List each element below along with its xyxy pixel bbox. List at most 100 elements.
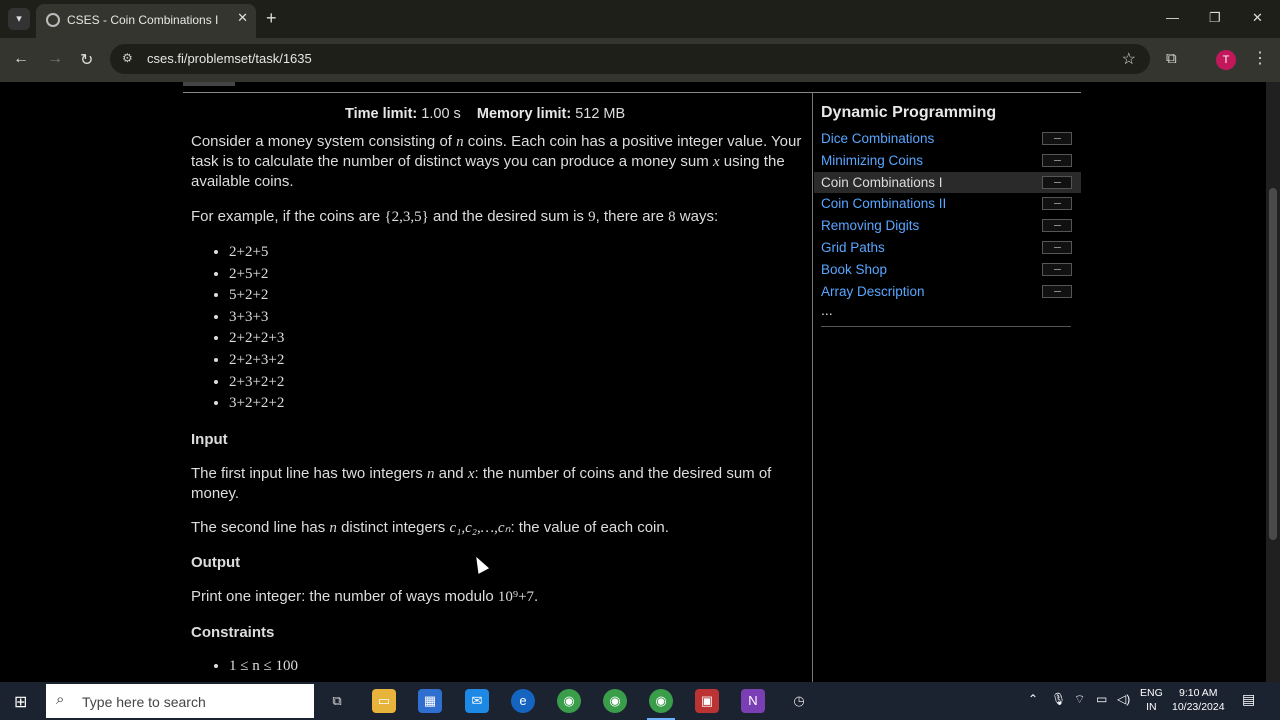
clock-app-icon[interactable]: ◷ [787,689,811,713]
input2-text-b: distinct integers [336,519,450,536]
globe-icon [46,13,60,27]
close-window-icon[interactable]: ✕ [1252,10,1263,26]
chrome-icon[interactable]: ◉ [557,689,581,713]
volume-icon[interactable]: ◁) [1117,692,1130,706]
sidebar-item-label[interactable]: Coin Combinations II [821,196,946,211]
input1-text-b: and [434,465,468,482]
file-explorer-icon[interactable]: ▭ [372,689,396,713]
example-count: 8 [668,209,676,225]
url-text[interactable]: cses.fi/problemset/task/1635 [147,51,312,66]
sidebar-title: Dynamic Programming [821,104,997,121]
search-icon: ⌕ [56,691,65,708]
intro-var-x: x [712,154,720,170]
minimize-icon[interactable]: — [1166,10,1179,25]
system-clock[interactable]: 9:10 AM 10/23/2024 [1172,686,1225,714]
sidebar-item-removing-digits[interactable]: Removing Digits [821,215,1081,237]
example-paragraph: For example, if the coins are {2,3,5} an… [191,207,718,227]
edge-browser-icon[interactable]: e [511,689,535,713]
browser-tab-active[interactable]: CSES - Coin Combinations I ✕ [36,4,256,38]
windows-start-icon[interactable]: ⊞ [14,692,27,712]
task-status-box [1042,153,1072,167]
chrome-active-icon[interactable]: ◉ [649,689,673,713]
microsoft-store-icon[interactable]: ▦ [418,689,442,713]
example-text-3: , there are [595,208,669,225]
tab-search-chevron-icon[interactable]: ▾ [8,8,30,30]
sidebar-item-coin-combinations-i[interactable]: Coin Combinations I [814,171,1081,194]
language-indicator[interactable]: ENG IN [1140,686,1163,714]
onenote-icon[interactable]: N [741,689,765,713]
sidebar-item-label[interactable]: Minimizing Coins [821,153,923,168]
site-info-icon[interactable]: ⚙ [122,51,133,65]
sidebar-item-label[interactable]: Dice Combinations [821,131,934,146]
sidebar-item-dice-combinations[interactable]: Dice Combinations [821,128,1081,150]
battery-icon[interactable]: ▭ [1096,692,1107,706]
sidebar-item-label[interactable]: Array Description [821,284,925,299]
sidebar-item-label[interactable]: Coin Combinations I [821,175,943,190]
bookmark-star-icon[interactable]: ☆ [1122,49,1136,69]
reload-icon[interactable]: ↻ [80,50,93,70]
input1-var-x: x [467,466,475,482]
app-grid-icon[interactable]: ▣ [695,689,719,713]
task-sidebar: Dynamic Programming Dice Combinations Mi… [814,104,1081,328]
sidebar-item-label[interactable]: Book Shop [821,262,887,277]
sidebar-item-minimizing-coins[interactable]: Minimizing Coins [821,150,1081,172]
output-text-2: . [534,588,539,605]
chrome-profile-icon[interactable]: ◉ [603,689,627,713]
scrollbar-thumb[interactable] [1269,188,1277,540]
close-tab-icon[interactable]: ✕ [237,10,248,26]
task-status-box [1042,284,1072,298]
wifi-icon[interactable]: ⌔ [1074,692,1085,707]
clock-date: 10/23/2024 [1172,701,1225,713]
microphone-icon[interactable]: 🎙 [1051,692,1066,706]
sidebar-item-array-description[interactable]: Array Description [821,281,1081,303]
mail-icon[interactable]: ✉ [465,689,489,713]
input1-text-a: The first input line has two integers [191,465,427,482]
task-status-box [1042,132,1072,145]
forward-arrow-icon[interactable]: → [47,50,63,68]
page-viewport: Time limit: 1.00 s Memory limit: 512 MB … [0,82,1280,682]
list-item: 2+3+2+2 [229,372,284,394]
sidebar-item-book-shop[interactable]: Book Shop [821,259,1081,281]
sidebar-more-link[interactable]: ... [821,302,1081,322]
input-paragraph-1: The first input line has two integers n … [191,464,806,504]
memory-limit-label: Memory limit: [476,106,572,122]
sidebar-divider [821,326,1071,328]
task-tab-stub[interactable] [183,82,235,86]
profile-avatar[interactable]: T [1216,50,1236,70]
memory-limit-value: 512 MB [575,106,626,122]
input2-coin-list: c₁,c₂,…,cₙ [449,520,511,536]
intro-var-n: n [456,134,464,150]
browser-menu-icon[interactable]: ⋮ [1252,48,1268,68]
example-text-2: and the desired sum is [428,208,589,225]
constraints-list: 1 ≤ n ≤ 100 [213,656,298,678]
sidebar-item-grid-paths[interactable]: Grid Paths [821,237,1081,259]
new-tab-icon[interactable]: + [266,8,277,28]
header-divider [183,92,1081,93]
task-status-box [1042,240,1072,254]
time-limit-label: Time limit: [345,106,418,122]
sidebar-item-label[interactable]: Removing Digits [821,218,919,233]
notifications-icon[interactable]: ▤ [1242,691,1255,708]
limits-line: Time limit: 1.00 s Memory limit: 512 MB [345,106,625,122]
list-item: 2+5+2 [229,264,284,286]
task-status-box [1042,262,1072,276]
page-scrollbar[interactable] [1266,82,1280,682]
tray-chevron-icon[interactable]: ⌃ [1028,692,1038,706]
example-coin-set: {2,3,5} [384,209,429,225]
sidebar-item-coin-combinations-ii[interactable]: Coin Combinations II [821,193,1081,215]
task-view-icon[interactable]: ⧉ [325,689,349,713]
taskbar-search-placeholder: Type here to search [82,694,206,710]
restore-icon[interactable]: ❐ [1209,10,1221,26]
browser-tab-bar: ▾ CSES - Coin Combinations I ✕ + — ❐ ✕ [0,0,1280,38]
mouse-cursor-icon [470,554,490,574]
intro-paragraph: Consider a money system consisting of n … [191,132,806,192]
clock-time: 9:10 AM [1179,687,1218,699]
back-arrow-icon[interactable]: ← [13,50,29,68]
taskbar-search-input[interactable]: ⌕ Type here to search [46,684,314,718]
sidebar-item-label[interactable]: Grid Paths [821,240,885,255]
address-bar[interactable]: ⚙ cses.fi/problemset/task/1635 ☆ [110,44,1150,74]
extensions-puzzle-icon[interactable]: ⧉ [1166,50,1177,67]
output-text-1: Print one integer: the number of ways mo… [191,588,498,605]
example-sum: 9 [588,209,596,225]
input2-text-a: The second line has [191,519,330,536]
